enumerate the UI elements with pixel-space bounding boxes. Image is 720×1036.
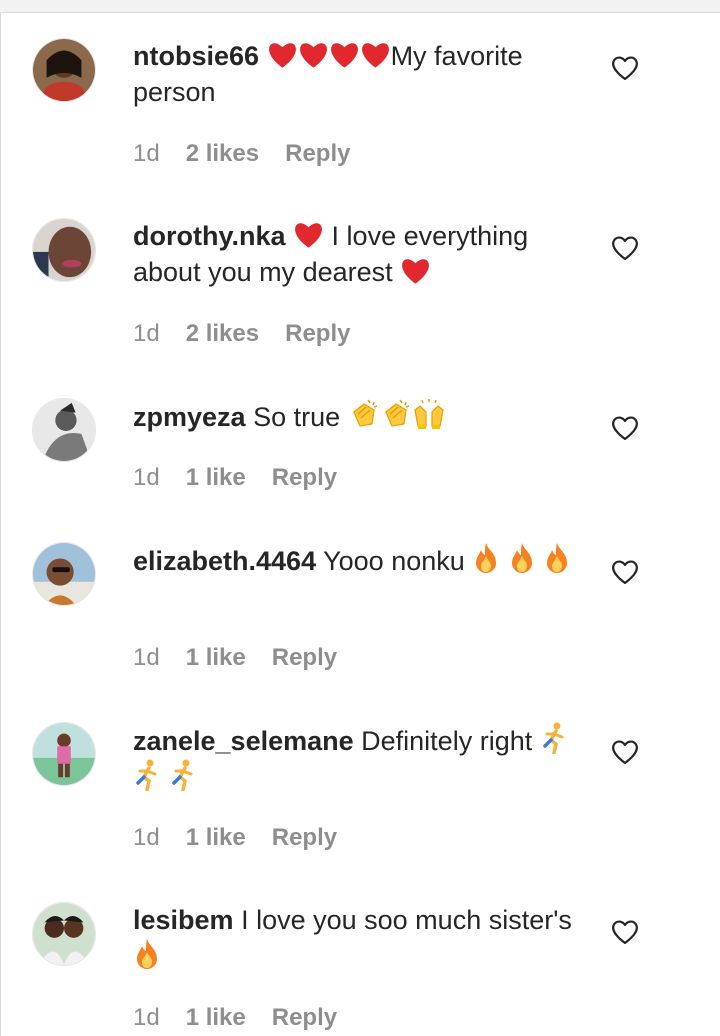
- like-heart-icon[interactable]: [611, 415, 639, 441]
- comment-text: lesibem I love you soo much sister's: [133, 902, 593, 975]
- reply-button[interactable]: Reply: [285, 140, 350, 167]
- comment-text: ntobsie66 My favorite person: [133, 38, 593, 110]
- red-heart-icon: [360, 41, 391, 69]
- reply-button[interactable]: Reply: [272, 1004, 337, 1031]
- clapping-hands-icon: [348, 398, 380, 430]
- avatar[interactable]: [32, 218, 96, 282]
- fire-icon: [508, 542, 536, 574]
- username[interactable]: zanele_selemane: [133, 726, 354, 756]
- like-heart-icon[interactable]: [611, 919, 639, 945]
- username[interactable]: ntobsie66: [133, 41, 259, 71]
- reply-button[interactable]: Reply: [272, 824, 337, 851]
- comment-meta: 1d 1 like Reply: [133, 644, 363, 672]
- comment-text: zanele_selemane Definitely right: [133, 722, 593, 796]
- avatar[interactable]: [32, 542, 96, 606]
- fire-icon: [543, 542, 571, 574]
- left-divider: [0, 12, 1, 1036]
- avatar[interactable]: [32, 398, 96, 462]
- like-heart-icon[interactable]: [611, 739, 639, 765]
- timestamp: 1d: [133, 464, 160, 491]
- fire-icon: [472, 542, 500, 574]
- raising-hands-icon: [412, 398, 446, 430]
- username[interactable]: zpmyeza: [133, 402, 246, 432]
- avatar[interactable]: [32, 902, 96, 966]
- red-heart-icon: [293, 221, 324, 249]
- username[interactable]: lesibem: [133, 905, 234, 935]
- likes-count[interactable]: 1 like: [186, 644, 246, 671]
- comment-meta: 1d 2 likes Reply: [133, 320, 376, 348]
- timestamp: 1d: [133, 644, 160, 671]
- comment-text: dorothy.nka I love everything about you …: [133, 218, 593, 290]
- like-heart-icon[interactable]: [611, 55, 639, 81]
- username[interactable]: dorothy.nka: [133, 221, 286, 251]
- likes-count[interactable]: 1 like: [186, 824, 246, 851]
- comment-meta: 1d 1 like Reply: [133, 464, 363, 492]
- comment-body: So true: [253, 402, 341, 432]
- likes-count[interactable]: 1 like: [186, 1004, 246, 1031]
- comment-meta: 1d 1 like Reply: [133, 824, 363, 852]
- person-running-icon: [169, 759, 197, 791]
- likes-count[interactable]: 2 likes: [186, 140, 259, 167]
- comment-meta: 1d 1 like Reply: [133, 1004, 363, 1032]
- timestamp: 1d: [133, 824, 160, 851]
- reply-button[interactable]: Reply: [272, 644, 337, 671]
- likes-count[interactable]: 2 likes: [186, 320, 259, 347]
- red-heart-icon: [329, 41, 360, 69]
- comment-text: zpmyeza So true: [133, 398, 593, 435]
- clapping-hands-icon: [380, 398, 412, 430]
- comment-body: Yooo nonku: [323, 546, 465, 576]
- red-heart-icon: [298, 41, 329, 69]
- avatar[interactable]: [32, 38, 96, 102]
- username[interactable]: elizabeth.4464: [133, 546, 316, 576]
- reply-button[interactable]: Reply: [272, 464, 337, 491]
- avatar[interactable]: [32, 722, 96, 786]
- top-bar: [0, 0, 720, 13]
- like-heart-icon[interactable]: [611, 235, 639, 261]
- person-running-icon: [133, 759, 161, 791]
- red-heart-icon: [400, 257, 431, 285]
- comment-body: Definitely right: [361, 726, 533, 756]
- reply-button[interactable]: Reply: [285, 320, 350, 347]
- comment-text: elizabeth.4464 Yooo nonku: [133, 542, 593, 579]
- timestamp: 1d: [133, 140, 160, 167]
- fire-icon: [133, 938, 161, 970]
- person-running-icon: [540, 722, 568, 754]
- likes-count[interactable]: 1 like: [186, 464, 246, 491]
- comment-body: I love you soo much sister's: [241, 905, 572, 935]
- timestamp: 1d: [133, 320, 160, 347]
- timestamp: 1d: [133, 1004, 160, 1031]
- like-heart-icon[interactable]: [611, 559, 639, 585]
- red-heart-icon: [267, 41, 298, 69]
- comment-meta: 1d 2 likes Reply: [133, 140, 376, 168]
